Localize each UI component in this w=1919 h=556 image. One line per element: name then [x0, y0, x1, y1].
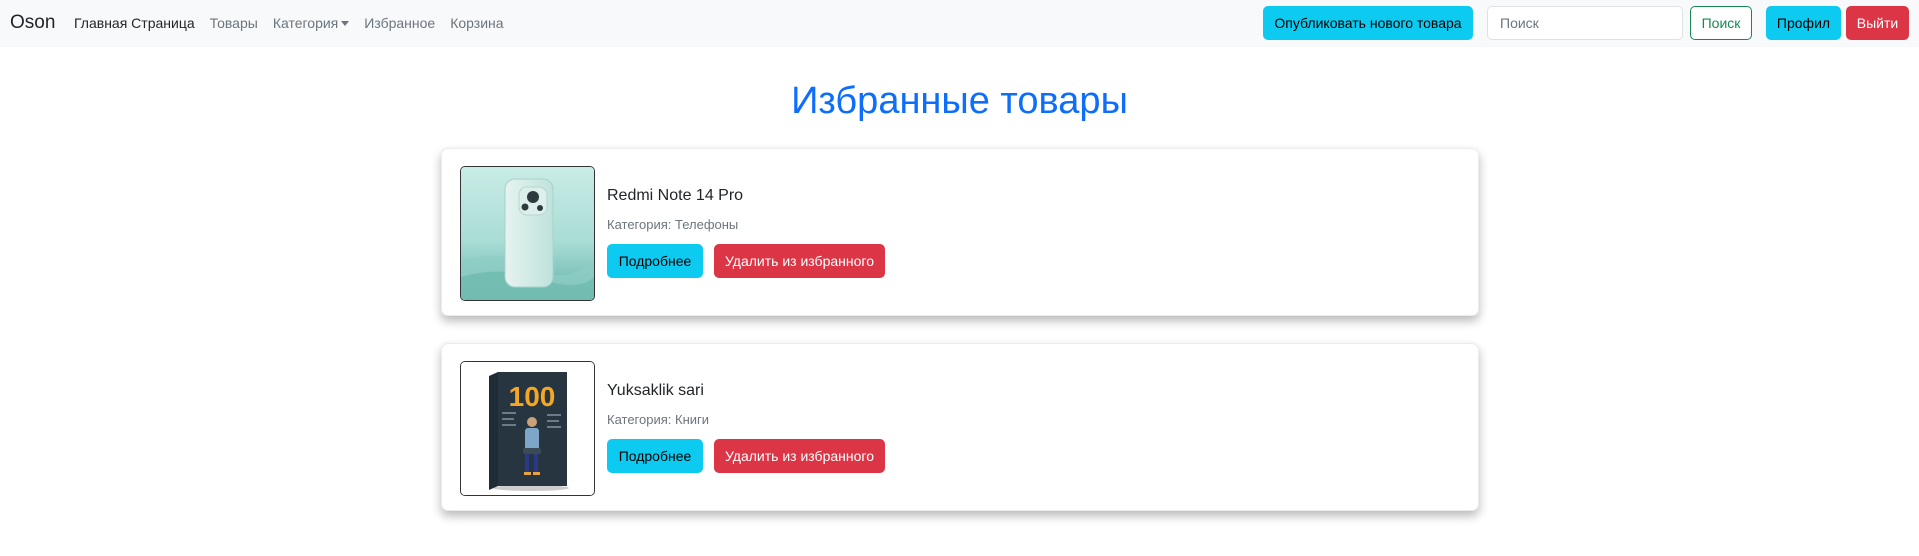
- navbar: Oson Главная Страница Товары Категория И…: [0, 0, 1919, 47]
- nav-links: Главная Страница Товары Категория Избран…: [74, 15, 519, 31]
- details-button[interactable]: Подробнее: [607, 244, 703, 278]
- details-button[interactable]: Подробнее: [607, 439, 703, 473]
- phone-image: [461, 167, 594, 300]
- brand-logo[interactable]: Oson: [10, 12, 55, 34]
- product-image-book[interactable]: 100: [460, 361, 595, 496]
- favorite-card: 100 Yuksaklik sari Категория: Книги Подр…: [441, 343, 1479, 511]
- caret-down-icon: [341, 21, 350, 26]
- product-category: Категория: Телефоны: [607, 217, 739, 232]
- product-category: Категория: Книги: [607, 412, 710, 427]
- product-name[interactable]: Yuksaklik sari: [607, 382, 704, 400]
- search-button[interactable]: Поиск: [1690, 6, 1752, 40]
- nav-dropdown-category[interactable]: Категория: [272, 15, 350, 31]
- nav-link-products[interactable]: Товары: [210, 15, 258, 31]
- profile-button[interactable]: Профил: [1766, 6, 1841, 40]
- nav-link-home[interactable]: Главная Страница: [74, 15, 195, 31]
- remove-favorite-button[interactable]: Удалить из избранного: [714, 244, 885, 278]
- book-cover-text: 100: [509, 381, 556, 412]
- product-name[interactable]: Redmi Note 14 Pro: [607, 187, 743, 205]
- nav-link-favorites[interactable]: Избранное: [364, 15, 435, 31]
- remove-favorite-button[interactable]: Удалить из избранного: [714, 439, 885, 473]
- book-image: 100: [461, 362, 594, 495]
- nav-dropdown-category-label: Категория: [272, 15, 339, 31]
- search-input[interactable]: [1487, 6, 1683, 40]
- logout-button[interactable]: Выйти: [1846, 6, 1909, 40]
- product-image-phone[interactable]: [460, 166, 595, 301]
- publish-product-button[interactable]: Опубликовать нового товара: [1263, 6, 1473, 40]
- favorite-card: Redmi Note 14 Pro Категория: Телефоны По…: [441, 148, 1479, 316]
- nav-link-cart[interactable]: Корзина: [450, 15, 503, 31]
- page-title: Избранные товары: [791, 80, 1128, 122]
